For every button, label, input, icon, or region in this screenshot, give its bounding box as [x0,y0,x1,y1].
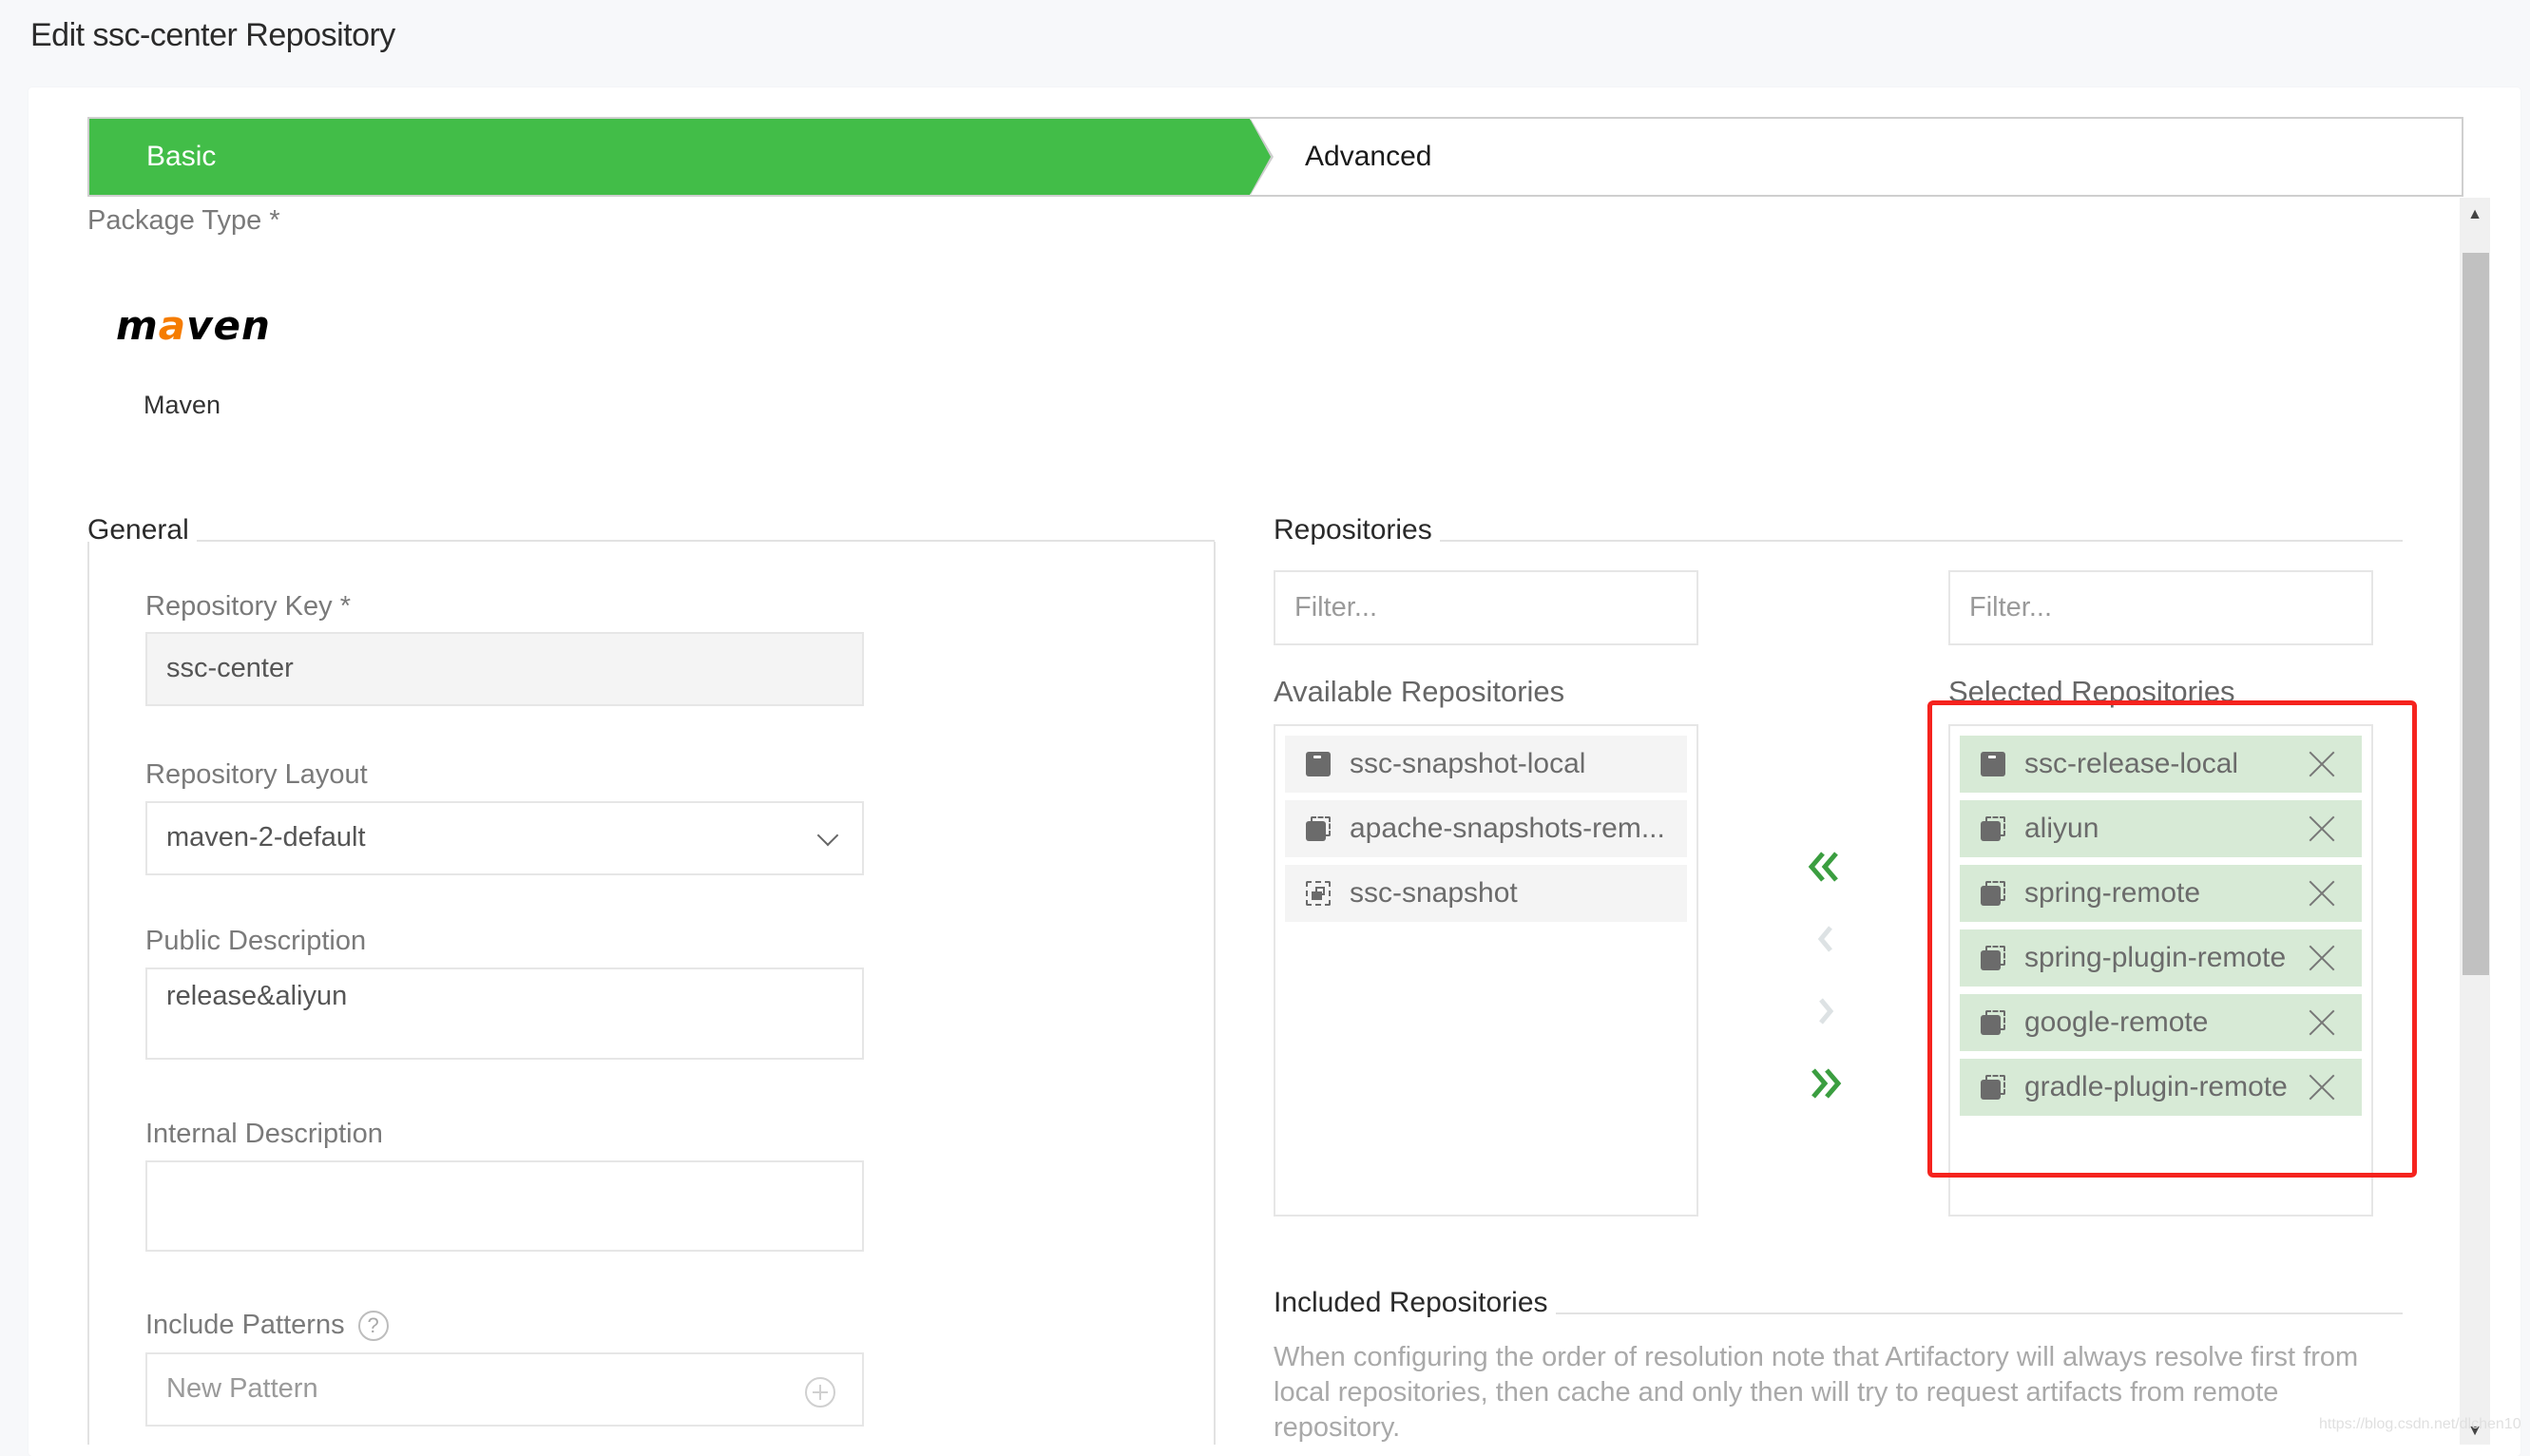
selected-repositories-list[interactable]: ssc-release-local aliyun spring-remote s… [1948,724,2373,1217]
general-panel-border [87,542,89,1445]
general-panel-border [1214,542,1216,1445]
repository-key-input: ssc-center [145,632,864,706]
double-chevron-left-icon [1808,852,1838,882]
chevron-left-icon [1817,926,1832,952]
repo-name: spring-remote [2024,877,2201,909]
repository-layout-label: Repository Layout [145,759,368,790]
include-patterns-placeholder: New Pattern [166,1373,318,1404]
selected-filter-input[interactable] [1950,572,2371,643]
tab-basic-label: Basic [146,141,217,172]
chevron-down-icon [816,824,839,847]
include-patterns-label: Include Patterns? [145,1310,389,1342]
watermark: https://blog.csdn.net/dlchen10 [2319,1416,2521,1432]
package-type-name: Maven [144,391,221,419]
move-all-left-button[interactable] [1806,848,1844,886]
remove-close-icon[interactable] [2309,1074,2335,1101]
remote-repo-icon [1981,881,2005,906]
selected-repo-item[interactable]: spring-remote [1960,865,2362,922]
general-section-title: General [87,514,197,546]
maven-logo-a: a [158,302,187,349]
public-description-label: Public Description [145,926,367,956]
move-right-button[interactable] [1806,992,1844,1030]
repository-key-label: Repository Key * [145,591,351,622]
repo-name: ssc-snapshot-local [1350,748,1586,779]
available-repo-item[interactable]: ssc-snapshot [1285,865,1687,922]
selected-repo-item[interactable]: aliyun [1960,800,2362,857]
virtual-repo-icon [1306,881,1331,906]
available-repo-item[interactable]: apache-snapshots-rem... [1285,800,1687,857]
remote-repo-icon [1981,816,2005,841]
repo-name: google-remote [2024,1006,2209,1038]
remote-repo-icon [1981,1075,2005,1100]
remove-close-icon[interactable] [2309,945,2335,971]
maven-logo-ven: ven [186,302,271,349]
remote-repo-icon [1981,1010,2005,1035]
selected-repo-item[interactable]: ssc-release-local [1960,736,2362,793]
tab-advanced[interactable]: Advanced [1305,119,1431,195]
move-left-button[interactable] [1806,920,1844,958]
repositories-section-title: Repositories [1274,514,1440,546]
repo-name: aliyun [2024,813,2099,844]
remove-close-icon[interactable] [2309,880,2335,907]
help-icon[interactable]: ? [357,1311,389,1342]
repository-key-value: ssc-center [166,653,294,683]
remove-close-icon[interactable] [2309,815,2335,842]
include-patterns-input[interactable]: New Pattern [145,1352,864,1427]
vertical-scrollbar[interactable]: ▲ ▼ [2460,198,2490,1445]
internal-description-label: Internal Description [145,1119,383,1149]
repositories-divider [1274,540,2403,542]
repo-name: ssc-snapshot [1350,877,1518,909]
wizard-tab-bar: Basic Advanced [87,117,2463,197]
selected-repo-item[interactable]: google-remote [1960,994,2362,1051]
remove-close-icon[interactable] [2309,751,2335,777]
repo-name: spring-plugin-remote [2024,942,2287,973]
package-type-label: Package Type * [87,205,280,236]
remove-close-icon[interactable] [2309,1009,2335,1036]
add-pattern-plus-icon[interactable] [805,1377,835,1408]
repo-name: gradle-plugin-remote [2024,1071,2288,1102]
chevron-right-icon [1819,998,1834,1025]
available-repo-item[interactable]: ssc-snapshot-local [1285,736,1687,793]
page-title: Edit ssc-center Repository [30,17,395,53]
include-patterns-label-text: Include Patterns [145,1310,345,1340]
local-repo-icon [1981,752,2005,776]
remote-repo-icon [1306,816,1331,841]
maven-logo-m: m [116,302,159,349]
move-all-right-button[interactable] [1806,1064,1844,1102]
tab-basic-arrow [1250,119,1271,195]
available-repositories-label: Available Repositories [1274,675,1565,708]
selected-repo-item[interactable]: spring-plugin-remote [1960,929,2362,987]
scrollbar-thumb[interactable] [2463,253,2489,975]
available-repositories-list[interactable]: ssc-snapshot-local apache-snapshots-rem.… [1274,724,1698,1217]
maven-logo[interactable]: maven [116,302,271,349]
general-divider [87,540,1215,542]
local-repo-icon [1306,752,1331,776]
scroll-up-arrow-icon[interactable]: ▲ [2460,205,2490,224]
repository-layout-select[interactable]: maven-2-default [145,801,864,875]
included-repositories-description: When configuring the order of resolution… [1274,1342,2359,1443]
selected-repositories-label: Selected Repositories [1948,675,2235,708]
repo-name: apache-snapshots-rem... [1350,813,1665,844]
selected-filter-field[interactable] [1948,570,2373,645]
public-description-textarea[interactable]: release&aliyun [145,967,864,1060]
selected-repo-item[interactable]: gradle-plugin-remote [1960,1059,2362,1116]
public-description-value: release&aliyun [166,981,348,1011]
available-filter-field[interactable] [1274,570,1698,645]
remote-repo-icon [1981,946,2005,970]
internal-description-textarea[interactable] [145,1160,864,1252]
tab-basic[interactable]: Basic [89,119,1250,195]
repo-name: ssc-release-local [2024,748,2239,779]
repository-layout-value: maven-2-default [166,822,366,853]
available-filter-input[interactable] [1275,572,1696,643]
included-repositories-title: Included Repositories [1274,1287,1556,1319]
double-chevron-right-icon [1811,1068,1842,1099]
